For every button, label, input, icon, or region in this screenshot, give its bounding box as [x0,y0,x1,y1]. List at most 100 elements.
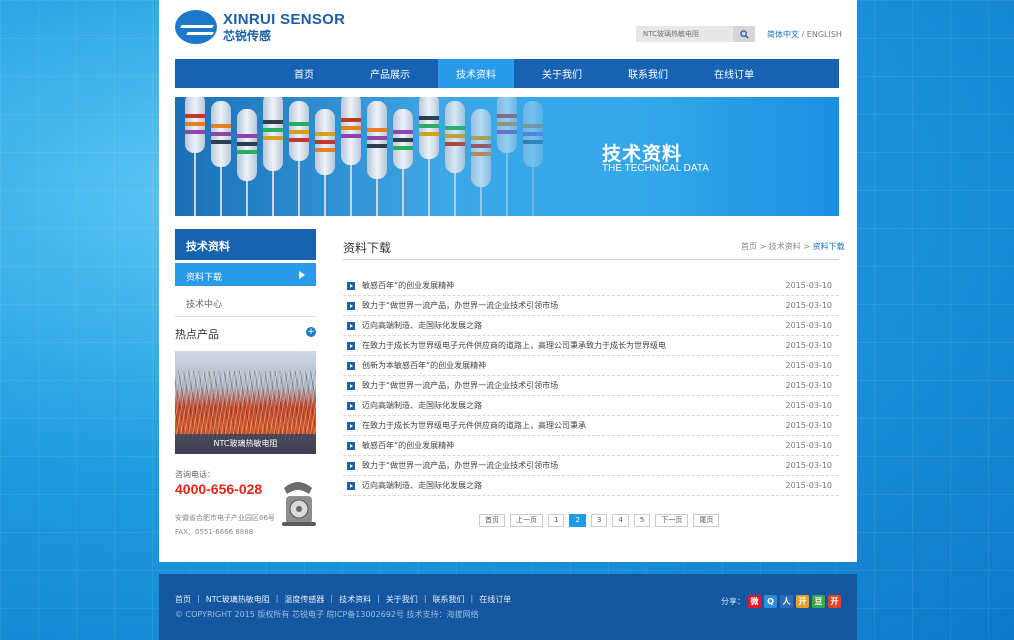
qzone-icon[interactable]: Q [764,595,777,608]
nav-item-contact[interactable]: 联系我们 [610,59,686,88]
breadcrumb-home[interactable]: 首页 [741,242,757,251]
nav-item-products[interactable]: 产品展示 [352,59,428,88]
list-item-title[interactable]: 敏感百年”的创业发展精神 [362,440,454,451]
page-button[interactable]: 首页 [479,514,505,527]
list-item[interactable]: 敏感百年”的创业发展精神 2015-03-10 [343,436,839,456]
nav-item-home[interactable]: 首页 [266,59,342,88]
list-item[interactable]: 致力于“做世界一流产品，办世界一流企业技术引领市场 2015-03-10 [343,296,839,316]
list-item[interactable]: 创新为本敏感百年”的创业发展精神 2015-03-10 [343,356,839,376]
list-item[interactable]: 迈向高端制造、走国际化发展之路 2015-03-10 [343,316,839,336]
lang-en-link[interactable]: ENGLISH [807,30,842,39]
list-item[interactable]: 致力于“做世界一流产品，办世界一流企业技术引领市场 2015-03-10 [343,456,839,476]
resistor-band [237,142,257,147]
list-item-title[interactable]: 迈向高端制造、走国际化发展之路 [362,480,482,491]
page-button[interactable]: 5 [633,514,651,527]
resistor-band [315,148,335,153]
bullet-arrow-icon [347,421,355,430]
resistor-lead [298,157,300,216]
list-item[interactable]: 致力于“做世界一流产品，办世界一流企业技术引领市场 2015-03-10 [343,376,839,396]
footer-link[interactable]: 联系我们 [433,594,465,605]
main-nav: 首页 产品展示 技术资料 关于我们 联系我们 在线订单 [175,59,839,88]
footer-link[interactable]: 温度传感器 [284,594,324,605]
resistor [237,109,257,181]
resistor-lead [350,161,352,216]
resistor-band [237,134,257,139]
list-item-title[interactable]: 致力于“做世界一流产品，办世界一流企业技术引领市场 [362,460,558,471]
footer-link[interactable]: 关于我们 [386,594,418,605]
page-button[interactable]: 4 [612,514,629,527]
resistor-band [211,132,231,137]
list-item-title[interactable]: 迈向高端制造、走国际化发展之路 [362,400,482,411]
resistor-band [341,134,361,139]
resistor-band [211,140,231,145]
footer-link[interactable]: 技术资料 [339,594,371,605]
resistor-band [289,138,309,142]
bullet-arrow-icon [347,341,355,350]
resistor [185,97,205,153]
breadcrumb-sep: > [757,242,769,251]
nav-item-tech-docs[interactable]: 技术资料 [438,59,514,88]
bullet-arrow-icon [347,361,355,370]
resistor-band [315,132,335,137]
list-item-date: 2015-03-10 [785,341,833,350]
bullet-arrow-icon [347,281,355,290]
douban-icon[interactable]: 豆 [812,595,825,608]
list-item-title[interactable]: 致力于“做世界一流产品，办世界一流企业技术引领市场 [362,380,558,391]
breadcrumb-section[interactable]: 技术资料 [769,242,801,251]
lang-cn-link[interactable]: 简体中文 [767,30,799,39]
sidebar-item-downloads[interactable]: 资料下载 [175,263,316,286]
nav-item-order[interactable]: 在线订单 [696,59,772,88]
plus-icon[interactable]: + [306,327,316,337]
list-item[interactable]: 在致力于成长为世界级电子元件供应商的道路上，高理公司秉承 2015-03-10 [343,416,839,436]
footer-link[interactable]: 在线订单 [479,594,511,605]
list-item-title[interactable]: 在致力于成长为世界级电子元件供应商的道路上，高理公司秉承 [362,420,586,431]
pagination: 首页 上一页 1 2 3 4 5 下一页 尾页 [479,514,724,527]
page-button[interactable]: 2 [569,514,586,527]
page-button[interactable]: 3 [590,514,608,527]
list-item[interactable]: 迈向高端制造、走国际化发展之路 2015-03-10 [343,476,839,496]
logo[interactable]: XINRUI SENSOR 芯锐传感 [175,10,345,44]
list-item-date: 2015-03-10 [785,441,833,450]
nav-item-about[interactable]: 关于我们 [524,59,600,88]
sidebar-item-label: 资料下载 [186,273,223,283]
resistor-band [185,130,205,134]
page-button[interactable]: 上一页 [510,514,543,527]
hot-product-card[interactable]: NTC玻璃热敏电阻 [175,351,316,454]
weibo-icon[interactable]: 微 [748,595,761,608]
list-item[interactable]: 迈向高端制造、走国际化发展之路 2015-03-10 [343,396,839,416]
list-item-title[interactable]: 创新为本敏感百年”的创业发展精神 [362,360,486,371]
search-input[interactable] [636,26,733,42]
list-item-title[interactable]: 致力于“做世界一流产品，办世界一流企业技术引领市场 [362,300,558,311]
content-divider [343,259,839,260]
list-item[interactable]: 在致力于成长为世界级电子元件供应商的道路上，高理公司秉承致力于成长为世界级电 20… [343,336,839,356]
footer-link[interactable]: NTC玻璃热敏电阻 [206,594,270,605]
list-item-date: 2015-03-10 [785,421,833,430]
kaixin-icon[interactable]: 开 [796,595,809,608]
resistor-band [263,136,283,141]
list-item[interactable]: 敏感百年”的创业发展精神 2015-03-10 [343,276,839,296]
kaixin001-icon[interactable]: 开 [828,595,841,608]
page-button[interactable]: 尾页 [693,514,720,527]
resistor-band [211,124,231,129]
product-image [175,371,316,441]
renren-icon[interactable]: 人 [780,595,793,608]
resistor-band [263,128,283,133]
page-button[interactable]: 1 [548,514,565,527]
resistor-band [341,126,361,131]
search-button[interactable] [733,26,755,42]
bullet-arrow-icon [347,461,355,470]
resistor-lead [324,171,326,216]
list-item-title[interactable]: 敏感百年”的创业发展精神 [362,280,454,291]
resistor-band [315,140,335,145]
sidebar-item-tech-center[interactable]: 技术中心 [175,290,316,313]
resistor-lead [376,175,378,216]
footer-link-separator: | [330,594,334,603]
list-item-title[interactable]: 在致力于成长为世界级电子元件供应商的道路上，高理公司秉承致力于成长为世界级电 [362,340,666,351]
bullet-arrow-icon [347,321,355,330]
resistor-band [185,114,205,118]
sidebar-item-label: 技术中心 [186,300,223,310]
footer-link[interactable]: 首页 [175,594,191,605]
list-item-title[interactable]: 迈向高端制造、走国际化发展之路 [362,320,482,331]
search-box [636,26,755,42]
page-button[interactable]: 下一页 [655,514,689,527]
